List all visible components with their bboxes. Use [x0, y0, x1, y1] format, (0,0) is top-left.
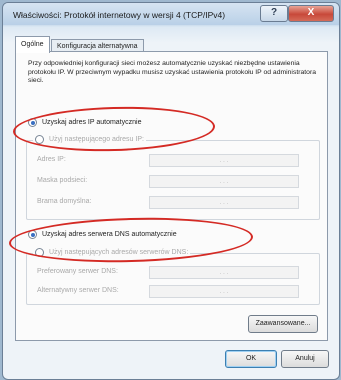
window-title: Właściwości: Protokół internetowy w wers… [13, 10, 226, 20]
help-button[interactable]: ? [260, 5, 288, 22]
ip-address-field[interactable]: . . . [149, 154, 299, 167]
alternate-dns-value: . . . [219, 288, 229, 295]
alternate-dns-row: Alternatywny serwer DNS: . . . [37, 285, 309, 298]
ip-auto-radio[interactable] [28, 118, 37, 127]
subnet-mask-field[interactable]: . . . [149, 175, 299, 188]
preferred-dns-row: Preferowany serwer DNS: . . . [37, 266, 309, 279]
alternate-dns-field[interactable]: . . . [149, 285, 299, 298]
subnet-mask-row: Maska podsieci: . . . [37, 175, 309, 188]
preferred-dns-field[interactable]: . . . [149, 266, 299, 279]
dns-manual-option[interactable]: Użyj następujących adresów serwerów DNS: [33, 248, 191, 257]
title-bar[interactable]: Właściwości: Protokół internetowy w wers… [3, 3, 339, 25]
default-gateway-field[interactable]: . . . [149, 196, 299, 209]
ip-manual-option[interactable]: Użyj następującego adresu IP: [33, 135, 146, 144]
ip-auto-label: Uzyskaj adres IP automatycznie [42, 119, 142, 126]
dns-auto-label: Uzyskaj adres serwera DNS automatycznie [42, 231, 177, 238]
dns-manual-radio[interactable] [35, 248, 44, 257]
dns-auto-radio[interactable] [28, 230, 37, 239]
close-button[interactable]: X [288, 5, 334, 22]
ip-manual-radio[interactable] [35, 135, 44, 144]
ip-address-value: . . . [219, 157, 229, 164]
default-gateway-label: Brama domyślna: [37, 198, 92, 205]
dns-auto-option[interactable]: Uzyskaj adres serwera DNS automatycznie [28, 230, 177, 239]
ip-manual-label: Użyj następującego adresu IP: [49, 136, 144, 143]
ip-manual-group: Użyj następującego adresu IP: Adres IP: … [26, 135, 320, 220]
advanced-button[interactable]: Zaawansowane... [248, 315, 318, 333]
ip-address-label: Adres IP: [37, 156, 66, 163]
tab-general[interactable]: Ogólne [15, 36, 50, 53]
subnet-mask-value: . . . [219, 178, 229, 185]
properties-dialog: Właściwości: Protokół internetowy w wers… [2, 2, 340, 380]
ip-auto-option[interactable]: Uzyskaj adres IP automatycznie [28, 118, 141, 127]
general-tab-panel: Przy odpowiedniej konfiguracji sieci moż… [15, 51, 328, 341]
subnet-mask-label: Maska podsieci: [37, 177, 88, 184]
dns-manual-group: Użyj następujących adresów serwerów DNS:… [26, 248, 320, 305]
description-text: Przy odpowiedniej konfiguracji sieci moż… [28, 60, 316, 84]
default-gateway-row: Brama domyślna: . . . [37, 196, 309, 209]
default-gateway-value: . . . [219, 199, 229, 206]
alternate-dns-label: Alternatywny serwer DNS: [37, 287, 119, 294]
preferred-dns-label: Preferowany serwer DNS: [37, 268, 118, 275]
ok-button[interactable]: OK [225, 350, 277, 368]
dns-manual-label: Użyj następujących adresów serwerów DNS: [49, 249, 189, 256]
ip-address-row: Adres IP: . . . [37, 154, 309, 167]
cancel-button[interactable]: Anuluj [281, 350, 329, 368]
preferred-dns-value: . . . [219, 269, 229, 276]
